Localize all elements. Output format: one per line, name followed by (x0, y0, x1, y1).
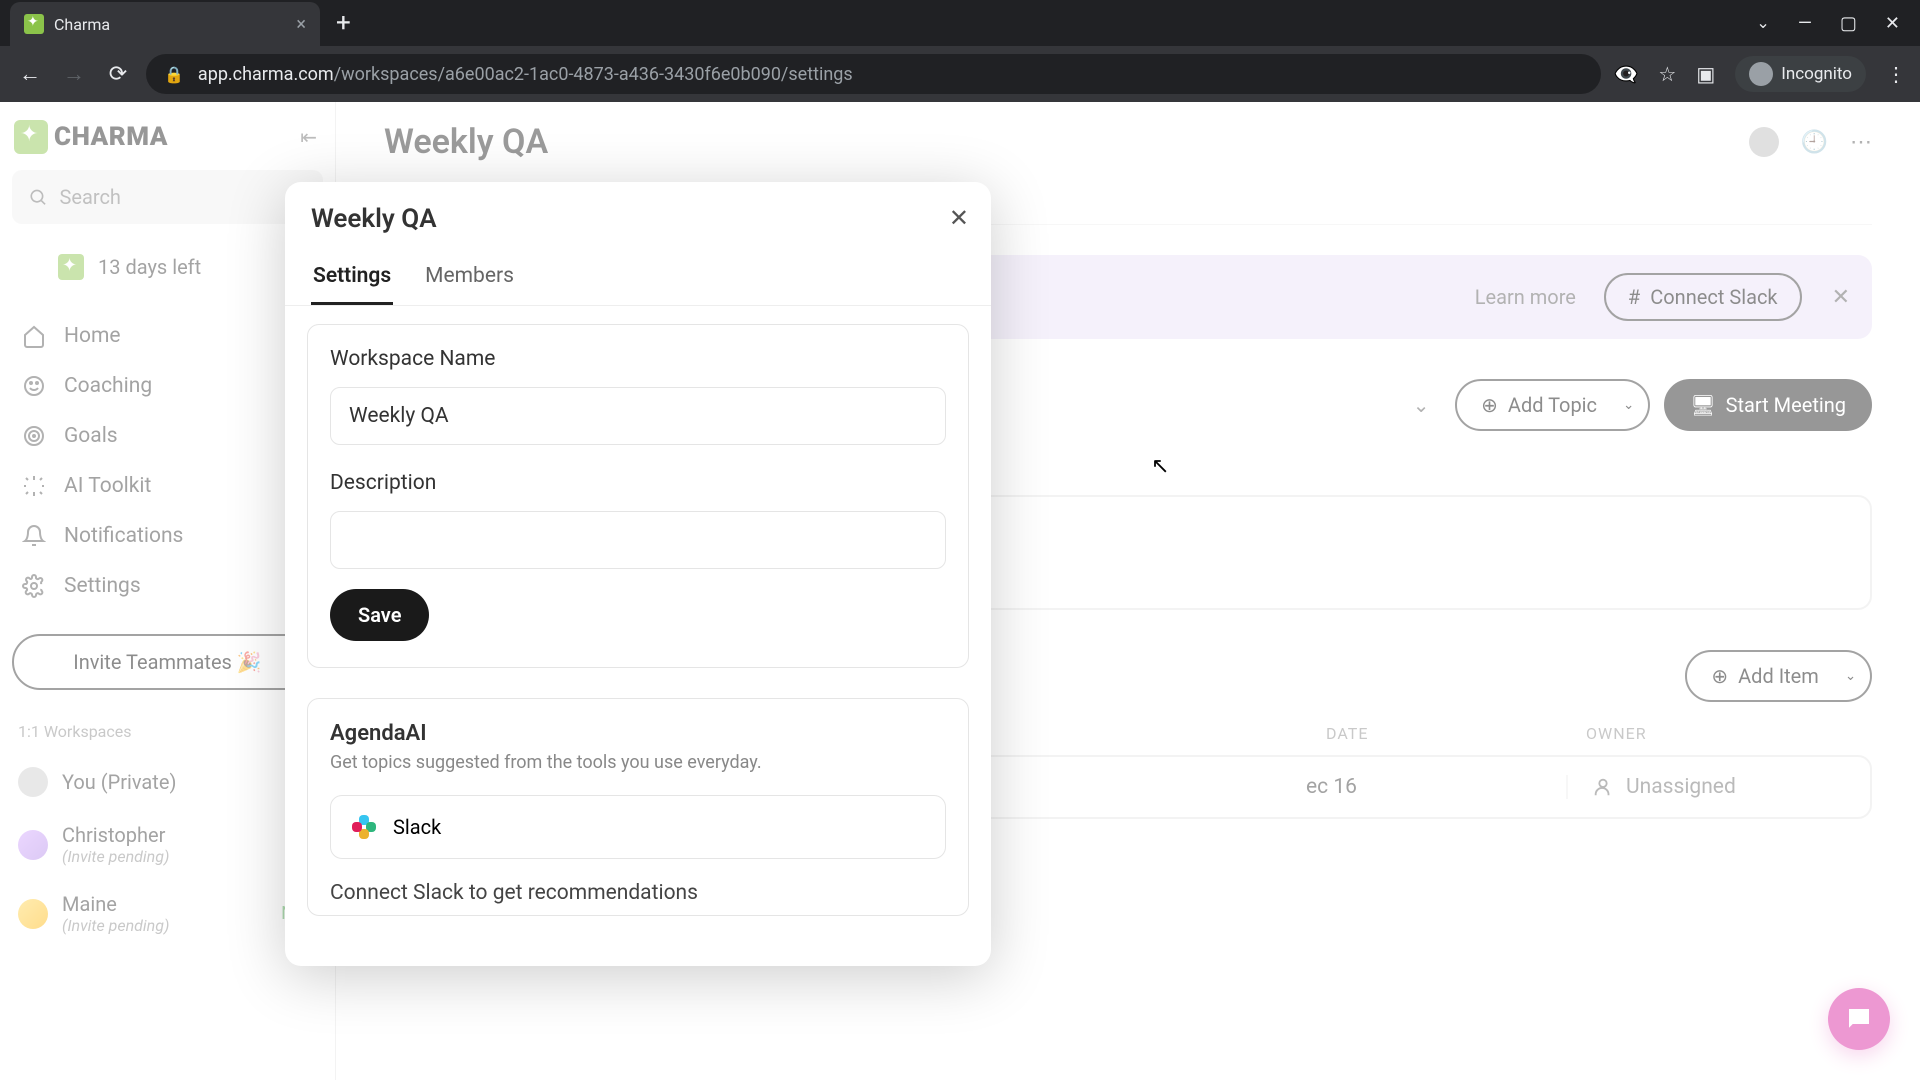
address-bar: ← → ⟳ 🔒 app.charma.com/workspaces/a6e00a… (0, 46, 1920, 102)
window-controls: ⌄ ― ▢ ✕ (1756, 13, 1920, 34)
modal-close-icon[interactable]: ✕ (949, 204, 969, 232)
extensions-icon[interactable]: ▣ (1696, 62, 1715, 86)
forward-button: → (58, 58, 90, 90)
slack-label: Slack (393, 815, 441, 839)
modal-overlay[interactable]: Weekly QA ✕ Settings Members Workspace N… (0, 102, 1920, 1080)
tab-bar: Charma × + ⌄ ― ▢ ✕ (0, 0, 1920, 46)
url-field[interactable]: 🔒 app.charma.com/workspaces/a6e00ac2-1ac… (146, 54, 1601, 94)
modal-tab-settings[interactable]: Settings (311, 254, 393, 305)
tab-title: Charma (54, 15, 110, 34)
browser-tab[interactable]: Charma × (10, 2, 320, 46)
star-icon[interactable]: ☆ (1658, 62, 1676, 86)
workspace-name-input[interactable] (330, 387, 946, 445)
incognito-label: Incognito (1781, 64, 1852, 84)
slack-connect-text: Connect Slack to get recommendations (330, 881, 946, 905)
incognito-badge[interactable]: Incognito (1735, 56, 1866, 92)
modal-body: Workspace Name Description Save AgendaAI… (285, 306, 991, 966)
reload-button[interactable]: ⟳ (102, 58, 134, 90)
chevron-down-icon[interactable]: ⌄ (1756, 13, 1769, 34)
save-button[interactable]: Save (330, 589, 429, 641)
modal-title: Weekly QA (311, 204, 965, 234)
modal-tab-members[interactable]: Members (423, 254, 516, 305)
cursor-icon: ↖ (1151, 454, 1169, 479)
agendaai-sub: Get topics suggested from the tools you … (330, 752, 946, 773)
workspace-name-card: Workspace Name Description Save (307, 324, 969, 668)
kebab-menu-icon[interactable]: ⋮ (1886, 62, 1906, 86)
eye-off-icon[interactable]: 👁‍🗨 (1613, 62, 1638, 86)
slack-integration-row[interactable]: Slack (330, 795, 946, 859)
close-window-icon[interactable]: ✕ (1885, 13, 1900, 34)
workspace-name-label: Workspace Name (330, 347, 946, 371)
url-text: app.charma.com/workspaces/a6e00ac2-1ac0-… (198, 64, 853, 85)
description-input[interactable] (330, 511, 946, 569)
agendaai-title: AgendaAI (330, 721, 946, 746)
new-tab-button[interactable]: + (336, 8, 351, 38)
minimize-icon[interactable]: ― (1798, 13, 1812, 34)
slack-icon (349, 812, 379, 842)
tab-favicon (24, 14, 44, 34)
description-label: Description (330, 471, 946, 495)
browser-chrome: Charma × + ⌄ ― ▢ ✕ ← → ⟳ 🔒 app.charma.co… (0, 0, 1920, 102)
incognito-icon (1749, 62, 1773, 86)
agendaai-card: AgendaAI Get topics suggested from the t… (307, 698, 969, 916)
settings-modal: Weekly QA ✕ Settings Members Workspace N… (285, 182, 991, 966)
tab-close-icon[interactable]: × (296, 14, 306, 35)
maximize-icon[interactable]: ▢ (1840, 13, 1857, 34)
app-root: CHARMA ⇤ 13 days left Home Coaching Goal… (0, 102, 1920, 1080)
back-button[interactable]: ← (14, 58, 46, 90)
modal-tabs: Settings Members (285, 254, 991, 306)
lock-icon: 🔒 (164, 65, 184, 84)
